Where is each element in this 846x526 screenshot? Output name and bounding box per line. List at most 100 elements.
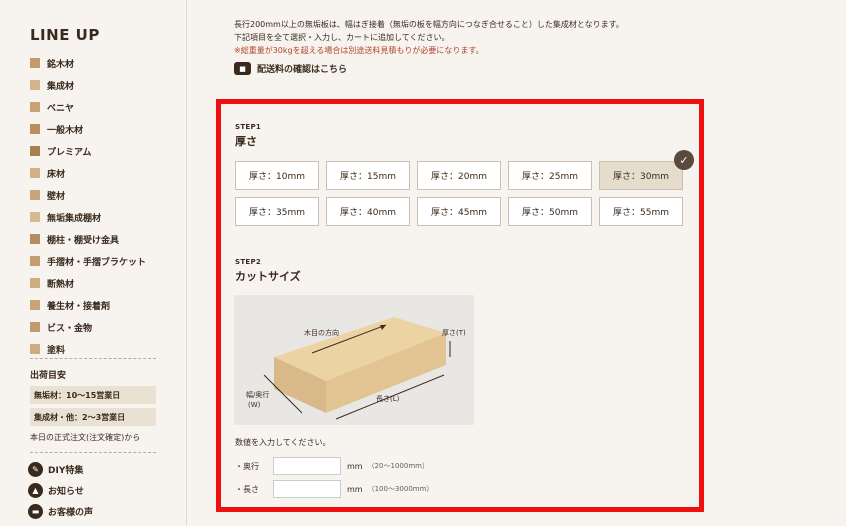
step2-label: STEP2 xyxy=(235,258,262,266)
lineup-title: LINE UP xyxy=(30,26,100,44)
depth-label: ・奥行 xyxy=(235,461,259,471)
width-label-1: 幅/奥行 xyxy=(246,390,269,399)
sidebar-item-label: 無垢集成棚材 xyxy=(47,213,102,224)
wood-swatch-icon xyxy=(30,168,40,178)
wood-swatch-icon xyxy=(30,322,40,332)
step2-title: カットサイズ xyxy=(235,270,301,283)
input-instruction: 数値を入力してください。 xyxy=(235,438,331,447)
sidebar-item-label: 手摺材・手摺ブラケット xyxy=(47,257,147,268)
depth-row: ・奥行 mm （20～1000mm） xyxy=(235,457,429,475)
wood-swatch-icon xyxy=(30,80,40,90)
note-line: 長行200mm以上の無垢板は、幅はぎ接着（無垢の板を幅方向につなぎ合せること）し… xyxy=(234,20,624,29)
sidebar-item-label: 集成材 xyxy=(47,81,75,92)
wood-swatch-icon xyxy=(30,102,40,112)
thickness-option-button[interactable]: 厚さ：55mm xyxy=(599,197,683,226)
length-row: ・長さ mm （100～3000mm） xyxy=(235,480,433,498)
step1-label: STEP1 xyxy=(235,123,262,131)
length-input[interactable] xyxy=(273,480,341,498)
wood-swatch-icon xyxy=(30,58,40,68)
depth-range: （20～1000mm） xyxy=(367,462,429,470)
product-notes: 長行200mm以上の無垢板は、幅はぎ接着（無垢の板を幅方向につなぎ合せること）し… xyxy=(234,18,624,57)
wood-swatch-icon xyxy=(30,124,40,134)
wood-swatch-icon xyxy=(30,278,40,288)
wood-swatch-icon xyxy=(30,190,40,200)
sidebar-item[interactable]: 断熱材 xyxy=(30,272,146,294)
grain-label: 木目の方向 xyxy=(304,328,339,337)
sidebar-item-label: ベニヤ xyxy=(47,103,75,114)
thickness-option-button[interactable]: 厚さ：10mm xyxy=(235,161,319,190)
check-icon: ✓ xyxy=(674,150,694,170)
customer-voice-link[interactable]: ▬ お客様の声 xyxy=(28,504,93,519)
sidebar-item[interactable]: ベニヤ xyxy=(30,96,146,118)
shipping-title: 出荷目安 xyxy=(30,371,67,381)
sidebar-item-label: 壁材 xyxy=(47,191,66,202)
thickness-option-button[interactable]: 厚さ：35mm xyxy=(235,197,319,226)
note-warning: ※総重量が30kgを超える場合は別途送料見積もりが必要になります。 xyxy=(234,46,484,55)
news-link[interactable]: ▲ お知らせ xyxy=(28,483,84,498)
sidebar-item[interactable]: ビス・金物 xyxy=(30,316,146,338)
sidebar-item-label: 塗料 xyxy=(47,345,66,356)
thickness-option-button[interactable]: 厚さ：50mm xyxy=(508,197,592,226)
sidebar-item-label: 一般木材 xyxy=(47,125,84,136)
length-range: （100～3000mm） xyxy=(367,485,434,493)
sidebar-item[interactable]: 銘木材 xyxy=(30,52,146,74)
sidebar-item[interactable]: 一般木材 xyxy=(30,118,146,140)
sidebar-item[interactable]: 塗料 xyxy=(30,338,146,360)
shipping-fee-label: 配送料の確認はこちら xyxy=(257,65,348,75)
wood-swatch-icon xyxy=(30,300,40,310)
sidebar-item-label: 棚柱・棚受け金具 xyxy=(47,235,120,246)
shipping-note: 本日の正式注文(注文確定)から xyxy=(30,433,141,442)
thickness-option-button[interactable]: 厚さ：15mm xyxy=(326,161,410,190)
wrench-icon: ✎ xyxy=(28,462,43,477)
sidebar-item[interactable]: 手摺材・手摺ブラケット xyxy=(30,250,146,272)
shipping-row-solid: 無垢材：10～15営業日 xyxy=(30,386,156,404)
lineup-menu: 銘木材集成材ベニヤ一般木材プレミアム床材壁材無垢集成棚材棚柱・棚受け金具手摺材・… xyxy=(30,52,146,360)
sidebar-item[interactable]: 無垢集成棚材 xyxy=(30,206,146,228)
sidebar-item-label: ビス・金物 xyxy=(47,323,93,334)
thickness-option-button[interactable]: 厚さ：40mm xyxy=(326,197,410,226)
sidebar-item-label: 床材 xyxy=(47,169,66,180)
customer-voice-label: お客様の声 xyxy=(48,508,94,518)
divider xyxy=(30,452,156,453)
sidebar-item-label: プレミアム xyxy=(47,147,92,158)
cut-size-diagram: 木目の方向 厚さ(T) 幅/奥行 (W) 長さ(L) xyxy=(234,295,474,425)
sidebar-item[interactable]: 養生材・接着剤 xyxy=(30,294,146,316)
sidebar-item-label: 養生材・接着剤 xyxy=(47,301,111,312)
sidebar-item-label: 銘木材 xyxy=(47,59,75,70)
board-diagram: 木目の方向 厚さ(T) 幅/奥行 (W) 長さ(L) xyxy=(234,295,474,425)
diy-feature-link[interactable]: ✎ DIY特集 xyxy=(28,462,83,477)
wood-swatch-icon xyxy=(30,212,40,222)
wood-swatch-icon xyxy=(30,344,40,354)
thickness-option-button[interactable]: 厚さ：30mm xyxy=(599,161,683,190)
length-unit: mm xyxy=(347,484,363,494)
divider xyxy=(30,358,156,359)
wood-swatch-icon xyxy=(30,146,40,156)
chat-icon: ▬ xyxy=(28,504,43,519)
diy-feature-label: DIY特集 xyxy=(48,466,84,476)
step1-title: 厚さ xyxy=(235,135,257,148)
thickness-option-button[interactable]: 厚さ：20mm xyxy=(417,161,501,190)
shipping-row-laminated: 集成材・他：2～3営業日 xyxy=(30,408,156,426)
shipping-fee-link[interactable]: ■ 配送料の確認はこちら xyxy=(234,62,347,75)
note-line: 下記項目を全て選択・入力し、カートに追加してください。 xyxy=(234,33,450,42)
news-label: お知らせ xyxy=(48,487,84,497)
sidebar: LINE UP 銘木材集成材ベニヤ一般木材プレミアム床材壁材無垢集成棚材棚柱・棚… xyxy=(0,0,187,526)
length-label: ・長さ xyxy=(235,484,259,494)
depth-input[interactable] xyxy=(273,457,341,475)
width-label-2: (W) xyxy=(248,401,261,409)
sidebar-item[interactable]: プレミアム xyxy=(30,140,146,162)
sidebar-item[interactable]: 壁材 xyxy=(30,184,146,206)
thickness-option-button[interactable]: 厚さ：45mm xyxy=(417,197,501,226)
truck-icon: ■ xyxy=(234,62,251,75)
tree-icon: ▲ xyxy=(28,483,43,498)
thickness-label: 厚さ(T) xyxy=(442,329,466,337)
length-label: 長さ(L) xyxy=(376,395,400,403)
sidebar-item-label: 断熱材 xyxy=(47,279,75,290)
sidebar-item[interactable]: 床材 xyxy=(30,162,146,184)
sidebar-item[interactable]: 棚柱・棚受け金具 xyxy=(30,228,146,250)
sidebar-item[interactable]: 集成材 xyxy=(30,74,146,96)
depth-unit: mm xyxy=(347,461,363,471)
thickness-option-button[interactable]: 厚さ：25mm xyxy=(508,161,592,190)
wood-swatch-icon xyxy=(30,256,40,266)
wood-swatch-icon xyxy=(30,234,40,244)
